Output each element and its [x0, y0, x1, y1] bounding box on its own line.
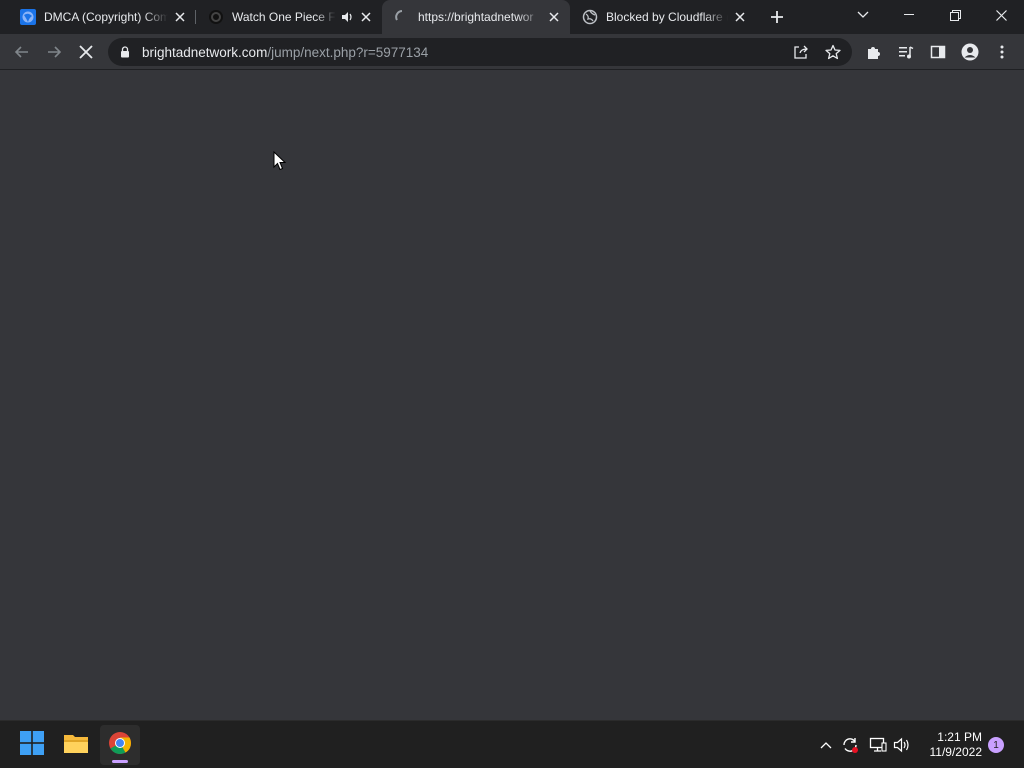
- tab-cloudflare[interactable]: Blocked by Cloudflare (: [570, 0, 756, 34]
- volume-icon[interactable]: [892, 735, 912, 755]
- close-icon[interactable]: [732, 9, 748, 25]
- forward-button[interactable]: [40, 38, 68, 66]
- tab-dmca[interactable]: DMCA (Copyright) Com: [8, 0, 196, 34]
- speaker-icon[interactable]: [340, 10, 354, 24]
- globe-blue-icon: [20, 9, 36, 25]
- globe-gray-icon: [582, 9, 598, 25]
- start-button[interactable]: [12, 725, 52, 765]
- system-clock[interactable]: 1:21 PM 11/9/2022: [918, 730, 983, 760]
- close-icon[interactable]: [546, 9, 562, 25]
- page-content: [0, 71, 1024, 720]
- browser-toolbar: brightadnetwork.com/jump/next.php?r=5977…: [0, 34, 1024, 70]
- show-hidden-icons-button[interactable]: [816, 735, 836, 755]
- dark-circle-icon: [208, 9, 224, 25]
- close-window-button[interactable]: [978, 0, 1024, 30]
- tab-title: Watch One Piece F: [232, 10, 336, 24]
- loading-spinner-icon: [394, 9, 410, 25]
- new-tab-button[interactable]: [765, 5, 789, 29]
- profile-button[interactable]: [956, 38, 984, 66]
- url-host: brightadnetwork.com: [142, 44, 268, 60]
- tab-search-button[interactable]: [840, 0, 886, 30]
- extensions-button[interactable]: [860, 38, 888, 66]
- chrome-taskbar-button[interactable]: [100, 725, 140, 765]
- tab-title: Blocked by Cloudflare (: [606, 10, 728, 24]
- folder-icon: [63, 732, 89, 759]
- minimize-button[interactable]: [886, 0, 932, 30]
- taskbar: 1:21 PM 11/9/2022 1: [0, 720, 1024, 768]
- lock-icon[interactable]: [118, 45, 132, 59]
- active-app-indicator: [112, 760, 128, 763]
- restore-button[interactable]: [932, 0, 978, 30]
- chrome-icon: [108, 731, 132, 760]
- mouse-cursor-icon: [273, 150, 287, 171]
- stop-loading-button[interactable]: [72, 38, 100, 66]
- tab-one-piece[interactable]: Watch One Piece F: [196, 0, 382, 34]
- clock-date: 11/9/2022: [929, 745, 983, 759]
- close-icon[interactable]: [358, 9, 374, 25]
- file-explorer-button[interactable]: [56, 725, 96, 765]
- side-panel-button[interactable]: [924, 38, 952, 66]
- star-icon[interactable]: [825, 44, 841, 60]
- url-path: /jump/next.php?r=5977134: [267, 44, 429, 60]
- back-button[interactable]: [8, 38, 36, 66]
- notification-badge[interactable]: 1: [988, 737, 1004, 753]
- tab-title: https://brightadnetwor: [418, 10, 534, 24]
- sync-status-icon[interactable]: [840, 735, 860, 755]
- tab-brightadnetwork[interactable]: https://brightadnetwor: [382, 0, 570, 34]
- address-bar[interactable]: brightadnetwork.com/jump/next.php?r=5977…: [108, 38, 852, 66]
- tab-title: DMCA (Copyright) Com: [44, 10, 168, 24]
- menu-button[interactable]: [988, 38, 1016, 66]
- tab-strip: DMCA (Copyright) Com Watch One Piece F h…: [0, 0, 1024, 34]
- windows-logo-icon: [20, 730, 44, 760]
- url-text: brightadnetwork.com/jump/next.php?r=5977…: [142, 45, 428, 60]
- clock-time: 1:21 PM: [937, 730, 982, 744]
- close-icon[interactable]: [172, 9, 188, 25]
- share-icon[interactable]: [793, 44, 809, 60]
- media-control-button[interactable]: [892, 38, 920, 66]
- network-icon[interactable]: [868, 735, 888, 755]
